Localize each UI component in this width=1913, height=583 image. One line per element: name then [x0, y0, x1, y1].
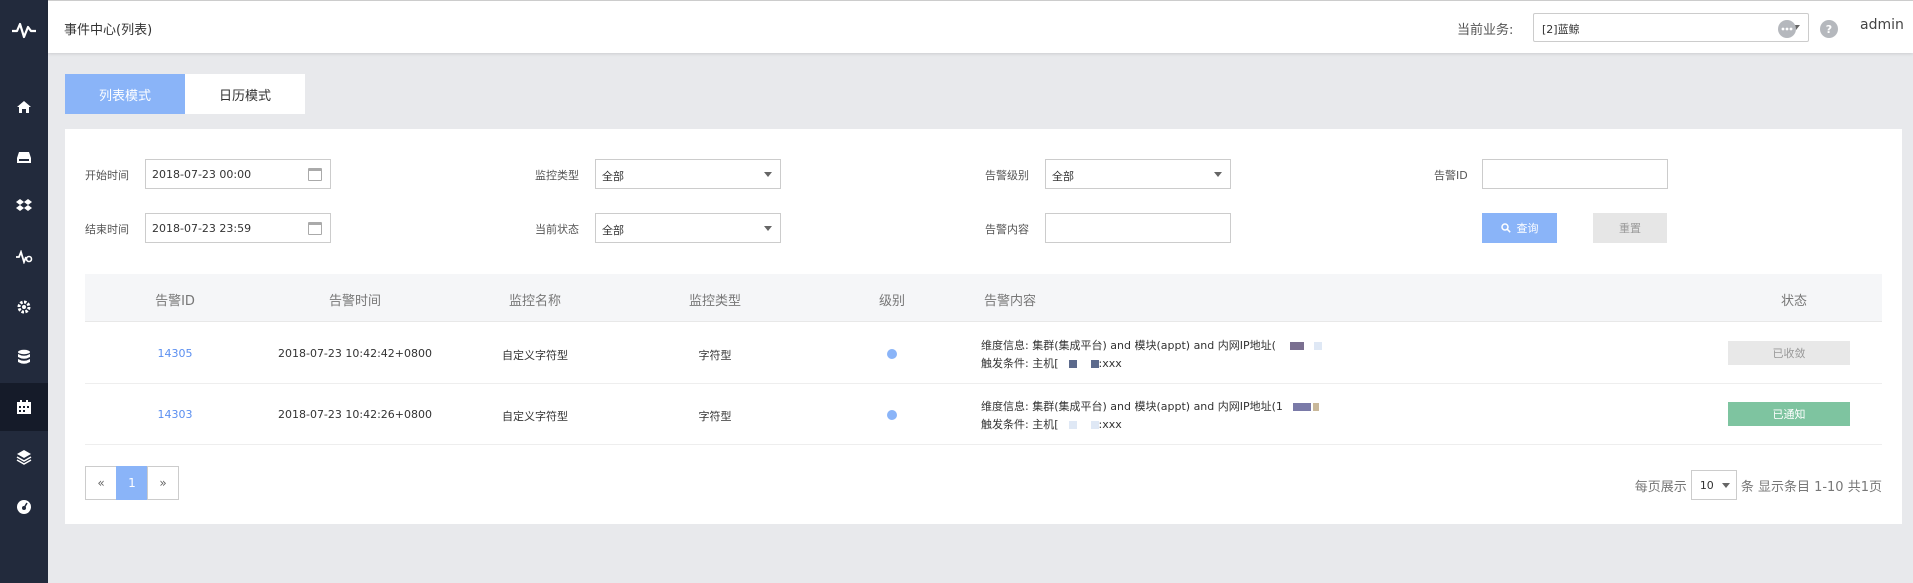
status-value: 全部: [602, 224, 624, 237]
page-title: 事件中心(列表): [64, 23, 153, 38]
page-summary: 条 显示条目 1-10 共1页: [1740, 479, 1882, 495]
pulse-logo-icon[interactable]: [0, 6, 48, 54]
content-tail: :xxx: [1098, 357, 1122, 370]
calendar-icon: [308, 222, 322, 235]
chevron-down-icon: [1721, 483, 1730, 488]
home-icon[interactable]: [0, 83, 48, 131]
settings-icon[interactable]: [0, 283, 48, 331]
monitor-name: 自定义字符型: [502, 349, 568, 362]
alarm-id-input[interactable]: [1482, 159, 1668, 189]
start-time-input[interactable]: 2018-07-23 00:00: [145, 159, 331, 189]
per-page-select[interactable]: 10: [1690, 470, 1737, 500]
alarm-id-label: 告警ID: [1434, 169, 1468, 182]
level-indicator: [887, 410, 897, 420]
reset-button[interactable]: 重置: [1593, 213, 1667, 243]
user-name[interactable]: admin: [1860, 17, 1904, 33]
dropbox-icon[interactable]: [0, 182, 48, 230]
monitor-name: 自定义字符型: [502, 410, 568, 423]
monitor-icon[interactable]: [0, 233, 48, 281]
sidebar: [0, 0, 48, 583]
table-header: 告警ID 告警时间 监控名称 监控类型 级别 告警内容 状态: [85, 274, 1882, 322]
pagination: « 1 »: [85, 466, 179, 500]
th-alarm-time[interactable]: 告警时间: [329, 290, 381, 309]
business-select-value: [2]蓝鲸: [1542, 23, 1580, 36]
status-label: 当前状态: [535, 223, 579, 236]
content-trigger: 触发条件: 主机[: [981, 418, 1059, 431]
calendar-icon: [308, 168, 322, 181]
next-page-button[interactable]: »: [147, 466, 179, 500]
content-dimension: 维度信息: 集群(集成平台) and 模块(appt) and 内网IP地址(1: [981, 400, 1283, 413]
help-icon[interactable]: ?: [1820, 20, 1838, 38]
th-content[interactable]: 告警内容: [984, 290, 1036, 309]
monitor-type-value: 全部: [602, 170, 624, 183]
alarm-id-link[interactable]: 14305: [158, 347, 193, 360]
layers-icon[interactable]: [0, 433, 48, 481]
level-value: 全部: [1052, 170, 1074, 183]
monitor-type: 字符型: [698, 349, 732, 362]
content-label: 告警内容: [985, 223, 1029, 236]
calendar-icon[interactable]: [0, 383, 48, 431]
end-time-value: 2018-07-23 23:59: [152, 222, 252, 235]
content-dimension: 维度信息: 集群(集成平台) and 模块(appt) and 内网IP地址(: [981, 339, 1276, 352]
page-info: 每页展示 10 条 显示条目 1-10 共1页: [1635, 470, 1882, 500]
per-page-label: 每页展示: [1634, 479, 1687, 495]
top-bar: 事件中心(列表) 当前业务: [2]蓝鲸 ? admin: [48, 0, 1913, 53]
end-time-label: 结束时间: [85, 223, 129, 236]
th-status[interactable]: 状态: [1781, 290, 1807, 309]
level-indicator: [887, 349, 897, 359]
server-icon[interactable]: [0, 133, 48, 181]
end-time-input[interactable]: 2018-07-23 23:59: [145, 213, 331, 243]
status-badge[interactable]: 已通知: [1728, 402, 1850, 426]
th-monitor-name[interactable]: 监控名称: [509, 290, 561, 309]
database-icon[interactable]: [0, 333, 48, 381]
search-icon: [1500, 223, 1511, 233]
alarm-content: 维度信息: 集群(集成平台) and 模块(appt) and 内网IP地址( …: [981, 337, 1322, 373]
prev-page-button[interactable]: «: [85, 466, 117, 500]
ellipsis-icon[interactable]: [1778, 20, 1796, 38]
alarm-content: 维度信息: 集群(集成平台) and 模块(appt) and 内网IP地址(1…: [981, 398, 1319, 434]
per-page-value: 10: [1699, 479, 1714, 492]
th-monitor-type[interactable]: 监控类型: [689, 290, 741, 309]
status-badge[interactable]: 已收敛: [1728, 341, 1850, 365]
monitor-type: 字符型: [698, 410, 732, 423]
business-select[interactable]: [2]蓝鲸: [1533, 13, 1809, 42]
start-time-value: 2018-07-23 00:00: [152, 168, 252, 181]
query-button[interactable]: 查询: [1482, 213, 1557, 243]
monitor-type-select[interactable]: 全部: [595, 159, 781, 189]
query-button-label: 查询: [1516, 222, 1539, 235]
level-select[interactable]: 全部: [1045, 159, 1231, 189]
chevron-down-icon: [1214, 172, 1222, 177]
table-row: 14305 2018-07-23 10:42:42+0800 自定义字符型 字符…: [85, 323, 1882, 384]
level-label: 告警级别: [985, 169, 1029, 182]
th-level[interactable]: 级别: [879, 290, 905, 309]
content-trigger: 触发条件: 主机[: [981, 357, 1059, 370]
th-alarm-id[interactable]: 告警ID: [155, 290, 195, 309]
business-label: 当前业务:: [1457, 23, 1514, 38]
content-tail: :xxx: [1098, 418, 1122, 431]
dashboard-icon[interactable]: [0, 483, 48, 531]
alarm-time: 2018-07-23 10:42:42+0800: [277, 347, 433, 360]
chevron-down-icon: [764, 226, 772, 231]
status-select[interactable]: 全部: [595, 213, 781, 243]
tab-calendar-mode[interactable]: 日历模式: [185, 74, 305, 114]
chevron-down-icon: [764, 172, 772, 177]
start-time-label: 开始时间: [85, 169, 129, 182]
alarm-time: 2018-07-23 10:42:26+0800: [277, 408, 433, 421]
alarm-id-link[interactable]: 14303: [158, 408, 193, 421]
main-panel: 开始时间 2018-07-23 00:00 监控类型 全部 告警级别 全部 告警…: [65, 129, 1902, 524]
tab-list-mode[interactable]: 列表模式: [65, 74, 185, 114]
table-row: 14303 2018-07-23 10:42:26+0800 自定义字符型 字符…: [85, 384, 1882, 445]
page-button-current[interactable]: 1: [116, 466, 148, 500]
content-input[interactable]: [1045, 213, 1231, 243]
monitor-type-label: 监控类型: [535, 169, 579, 182]
